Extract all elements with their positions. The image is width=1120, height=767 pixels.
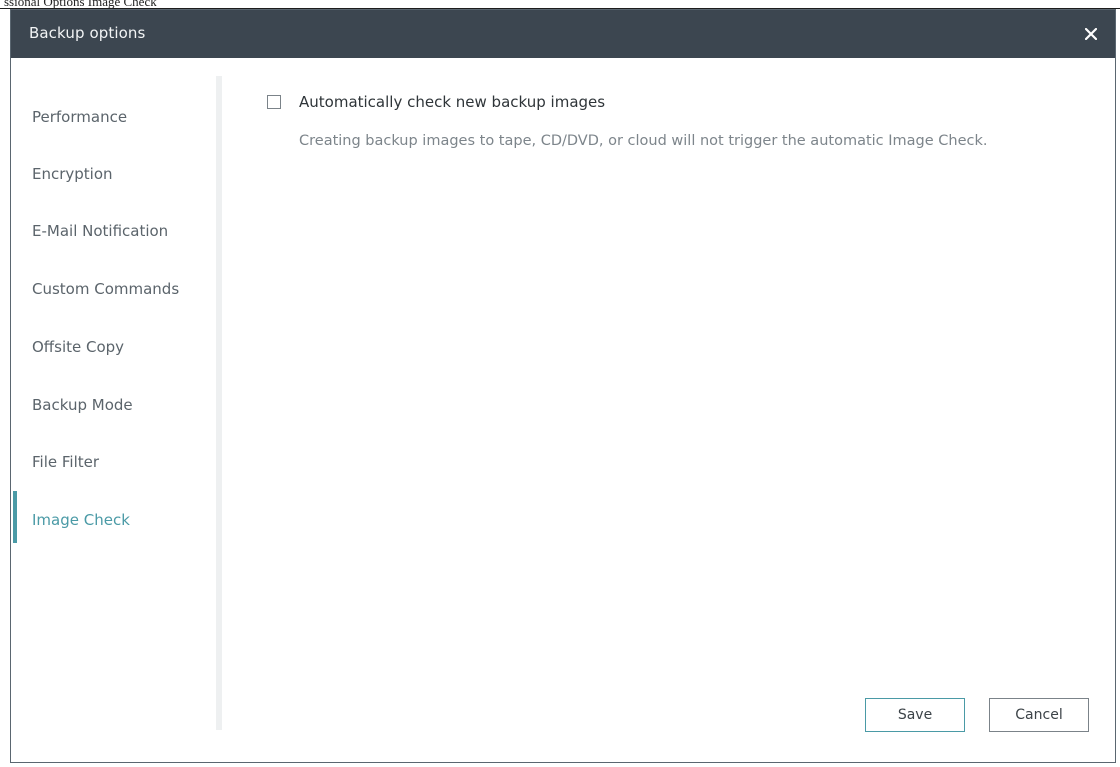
backup-options-dialog: Backup options Performance Encryption E-… xyxy=(10,9,1116,763)
dialog-titlebar: Backup options xyxy=(11,10,1115,58)
sidebar-item-offsite-copy[interactable]: Offsite Copy xyxy=(11,328,215,368)
sidebar-item-label: File Filter xyxy=(32,453,100,471)
sidebar-item-email-notification[interactable]: E-Mail Notification xyxy=(11,212,215,252)
sidebar-item-label: Custom Commands xyxy=(32,280,180,298)
close-icon xyxy=(1085,28,1097,40)
window-top-strip: ssional Options Image Check xyxy=(0,0,1120,9)
auto-check-label[interactable]: Automatically check new backup images xyxy=(299,93,605,111)
auto-check-checkbox[interactable] xyxy=(267,95,281,109)
sidebar-item-encryption[interactable]: Encryption xyxy=(11,155,215,195)
sidebar-item-label: Performance xyxy=(32,108,128,126)
save-button[interactable]: Save xyxy=(865,698,965,732)
sidebar-divider xyxy=(216,76,222,730)
sidebar-item-file-filter[interactable]: File Filter xyxy=(11,443,215,483)
image-check-panel: Automatically check new backup images Cr… xyxy=(223,58,1115,762)
sidebar-item-custom-commands[interactable]: Custom Commands xyxy=(11,270,215,310)
sidebar-item-performance[interactable]: Performance xyxy=(11,98,215,138)
sidebar-item-label: Encryption xyxy=(32,165,113,183)
close-button[interactable] xyxy=(1077,20,1105,48)
sidebar-item-label: Offsite Copy xyxy=(32,338,125,356)
options-sidebar: Performance Encryption E-Mail Notificati… xyxy=(11,58,215,762)
cancel-button[interactable]: Cancel xyxy=(989,698,1089,732)
sidebar-item-label: E-Mail Notification xyxy=(32,222,169,240)
sidebar-item-label: Backup Mode xyxy=(32,396,133,414)
auto-check-hint: Creating backup images to tape, CD/DVD, … xyxy=(299,133,988,149)
sidebar-item-label: Image Check xyxy=(32,511,130,529)
active-indicator xyxy=(13,491,17,543)
sidebar-item-backup-mode[interactable]: Backup Mode xyxy=(11,386,215,426)
sidebar-item-image-check[interactable]: Image Check xyxy=(11,491,215,543)
dialog-title: Backup options xyxy=(29,24,146,42)
